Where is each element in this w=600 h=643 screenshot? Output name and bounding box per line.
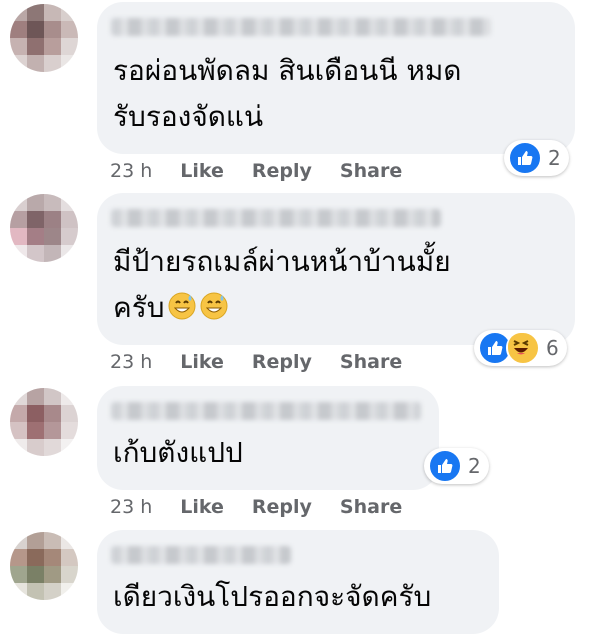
author-name[interactable]	[111, 18, 491, 36]
comment-bubble: เดียวเงินโปรออกจะจัดครับ	[97, 530, 499, 634]
like-button[interactable]: Like	[180, 160, 224, 182]
reaction-count: 6	[546, 336, 559, 360]
like-icon	[428, 449, 462, 483]
comment-text-content: มีป้ายรถเมล์ผ่านหน้าบ้านมั้ย ครับ	[113, 245, 451, 324]
comment-text: เก้บตังแปป	[113, 436, 243, 469]
author-name[interactable]	[111, 546, 291, 564]
reaction-count: 2	[548, 146, 561, 170]
grinning-sweat-emoji-icon	[167, 289, 197, 335]
like-button[interactable]: Like	[180, 496, 224, 518]
reply-button[interactable]: Reply	[252, 496, 312, 518]
avatar[interactable]	[10, 532, 78, 600]
comment-actions: 23 h Like Reply Share	[110, 160, 430, 182]
comment-bubble: รอผ่อนพัดลม สินเดือนนี หมด รับรองจัดแน่	[97, 2, 575, 154]
timestamp[interactable]: 23 h	[110, 160, 152, 182]
share-button[interactable]: Share	[340, 351, 402, 373]
reaction-summary[interactable]: 6	[474, 330, 567, 366]
reaction-summary[interactable]: 2	[504, 140, 569, 176]
reply-button[interactable]: Reply	[252, 351, 312, 373]
comment-text: เดียวเงินโปรออกจะจัดครับ	[113, 580, 432, 613]
comment-bubble: เก้บตังแปป	[97, 386, 439, 490]
timestamp[interactable]: 23 h	[110, 496, 152, 518]
timestamp[interactable]: 23 h	[110, 351, 152, 373]
haha-icon	[506, 331, 540, 365]
avatar[interactable]	[10, 388, 78, 456]
author-name[interactable]	[111, 402, 421, 420]
like-icon	[508, 141, 542, 175]
reply-button[interactable]: Reply	[252, 160, 312, 182]
author-name[interactable]	[111, 209, 441, 227]
reaction-count: 2	[468, 454, 481, 478]
share-button[interactable]: Share	[340, 160, 402, 182]
reaction-summary[interactable]: 2	[424, 448, 489, 484]
comment-bubble: มีป้ายรถเมล์ผ่านหน้าบ้านมั้ย ครับ	[97, 193, 575, 345]
grinning-sweat-emoji-icon	[199, 289, 229, 335]
like-button[interactable]: Like	[180, 351, 224, 373]
comment-actions: 23 h Like Reply Share	[110, 496, 430, 518]
avatar[interactable]	[10, 194, 78, 262]
comment-actions: 23 h Like Reply Share	[110, 351, 430, 373]
avatar[interactable]	[10, 4, 78, 72]
share-button[interactable]: Share	[340, 496, 402, 518]
comment-text: รอผ่อนพัดลม สินเดือนนี หมด รับรองจัดแน่	[113, 54, 462, 133]
comment-text: มีป้ายรถเมล์ผ่านหน้าบ้านมั้ย ครับ	[113, 239, 451, 335]
